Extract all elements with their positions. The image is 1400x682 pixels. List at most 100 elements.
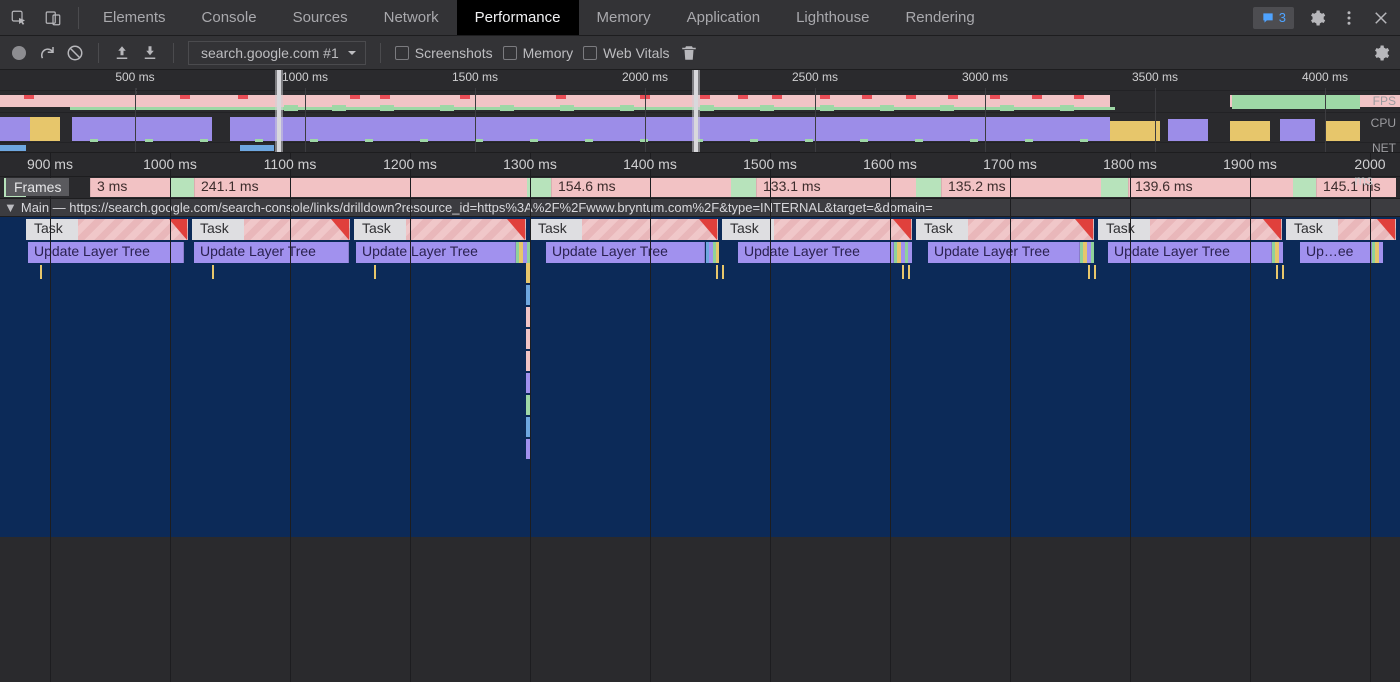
caret-down-icon: ▼: [4, 200, 17, 215]
overview-fps-lane: FPS: [0, 90, 1400, 112]
tab-elements[interactable]: Elements: [85, 0, 184, 35]
task-block[interactable]: Task: [192, 219, 350, 240]
feedback-button[interactable]: 3: [1253, 7, 1294, 29]
tab-network[interactable]: Network: [366, 0, 457, 35]
overview-tick: 4000 ms: [1302, 70, 1348, 84]
recording-label: search.google.com #1: [201, 45, 339, 61]
gear-icon[interactable]: [1308, 9, 1326, 27]
frame-block[interactable]: 241.1 ms: [194, 178, 527, 197]
task-block[interactable]: Task: [1098, 219, 1282, 240]
task-block[interactable]: Task: [530, 219, 718, 240]
tab-performance[interactable]: Performance: [457, 0, 579, 35]
detail-tick: 900 ms: [27, 156, 73, 172]
kebab-icon[interactable]: [1340, 9, 1358, 27]
update-layer-tree-block[interactable]: Update Layer Tree: [738, 242, 894, 263]
flame-micro-event[interactable]: [722, 265, 724, 279]
detail-tick: 1000 ms: [143, 156, 197, 172]
load-profile-button[interactable]: [113, 44, 131, 62]
flame-micro-event[interactable]: [716, 265, 718, 279]
inspect-icon[interactable]: [10, 9, 28, 27]
capture-settings-gear-icon[interactable]: [1372, 44, 1390, 62]
tab-lighthouse[interactable]: Lighthouse: [778, 0, 887, 35]
frame-idle[interactable]: [731, 178, 756, 197]
frame-block[interactable]: 139.6 ms: [1128, 178, 1293, 197]
frame-block[interactable]: 3 ms: [90, 178, 170, 197]
detail-tick: 1800 ms: [1103, 156, 1157, 172]
overview-net-lane: NET: [0, 142, 1400, 152]
frame-idle[interactable]: [916, 178, 941, 197]
flame-sliver[interactable]: [716, 242, 719, 263]
frame-block[interactable]: 154.6 ms: [551, 178, 731, 197]
flame-micro-event[interactable]: [1276, 265, 1278, 279]
close-icon[interactable]: [1372, 9, 1390, 27]
update-layer-tree-block[interactable]: Up…ee: [1300, 242, 1372, 263]
flame-sliver[interactable]: [908, 242, 912, 263]
feedback-count: 3: [1279, 10, 1286, 25]
frame-idle[interactable]: [1101, 178, 1128, 197]
update-layer-tree-block[interactable]: Update Layer Tree: [928, 242, 1080, 263]
flame-micro-event[interactable]: [1094, 265, 1096, 279]
task-block[interactable]: Task: [1286, 219, 1396, 240]
frames-lane[interactable]: Frames 3 ms 241.1 ms 154.6 ms 133.1 ms 135.2…: [0, 177, 1400, 199]
overview-cpu-lane: CPU: [0, 112, 1400, 142]
save-profile-button[interactable]: [141, 44, 159, 62]
task-block[interactable]: Task: [916, 219, 1094, 240]
frames-lane-label: Frames: [6, 178, 69, 196]
tab-application[interactable]: Application: [669, 0, 778, 35]
update-layer-tree-block[interactable]: Update Layer Tree: [28, 242, 184, 263]
devtools-tabbar: Elements Console Sources Network Perform…: [0, 0, 1400, 36]
tab-sources[interactable]: Sources: [275, 0, 366, 35]
update-layer-tree-block[interactable]: Update Layer Tree: [1108, 242, 1272, 263]
flame-micro-event[interactable]: [1088, 265, 1090, 279]
flame-sliver[interactable]: [1279, 242, 1283, 263]
detail-tick: 1200 ms: [383, 156, 437, 172]
update-layer-tree-block[interactable]: Update Layer Tree: [194, 242, 349, 263]
record-button[interactable]: [10, 44, 28, 62]
overview-ruler: 500 ms1000 ms1500 ms2000 ms2500 ms3000 m…: [0, 70, 1400, 90]
flame-micro-event[interactable]: [40, 265, 42, 279]
overview-selection-handle-left[interactable]: [275, 70, 283, 152]
flame-chart[interactable]: TaskTaskTaskTaskTaskTaskTaskTask Update …: [0, 217, 1400, 537]
tab-rendering[interactable]: Rendering: [887, 0, 992, 35]
flame-micro-event[interactable]: [374, 265, 376, 279]
flame-micro-event[interactable]: [902, 265, 904, 279]
overview-selection-handle-right[interactable]: [692, 70, 700, 152]
detail-ruler[interactable]: 900 ms 1000 ms 1100 ms 1200 ms 1300 ms 1400 m…: [0, 153, 1400, 177]
overview-timeline[interactable]: 500 ms1000 ms1500 ms2000 ms2500 ms3000 m…: [0, 70, 1400, 153]
detail-tick: 1400 ms: [623, 156, 677, 172]
recording-selector[interactable]: search.google.com #1: [188, 41, 366, 65]
tab-console[interactable]: Console: [184, 0, 275, 35]
overview-tick: 3500 ms: [1132, 70, 1178, 84]
tab-memory[interactable]: Memory: [579, 0, 669, 35]
perf-toolbar: search.google.com #1 Screenshots Memory …: [0, 36, 1400, 70]
detail-tick: 1500 ms: [743, 156, 797, 172]
main-thread-header[interactable]: ▼ Main — https://search.google.com/searc…: [0, 199, 1400, 217]
clear-button[interactable]: [66, 44, 84, 62]
overview-tick: 2500 ms: [792, 70, 838, 84]
flame-micro-event[interactable]: [1282, 265, 1284, 279]
collect-garbage-button[interactable]: [680, 44, 698, 62]
update-layer-tree-block[interactable]: Update Layer Tree: [546, 242, 705, 263]
task-block[interactable]: Task: [354, 219, 526, 240]
update-layer-tree-block[interactable]: Update Layer Tree: [356, 242, 516, 263]
web-vitals-checkbox[interactable]: Web Vitals: [583, 45, 669, 61]
task-block[interactable]: Task: [722, 219, 912, 240]
frame-idle[interactable]: [1293, 178, 1316, 197]
chevron-down-icon: [347, 48, 357, 58]
memory-checkbox[interactable]: Memory: [503, 45, 574, 61]
screenshots-checkbox[interactable]: Screenshots: [395, 45, 493, 61]
frame-block[interactable]: 133.1 ms: [756, 178, 916, 197]
reload-record-button[interactable]: [38, 44, 56, 62]
flame-micro-event[interactable]: [908, 265, 910, 279]
main-thread-label: Main — https://search.google.com/search-…: [21, 200, 933, 215]
detail-tick: 1100 ms: [264, 156, 317, 172]
flame-sliver[interactable]: [1379, 242, 1383, 263]
detail-tick: 1300 ms: [503, 156, 557, 172]
flame-sliver[interactable]: [1091, 242, 1094, 263]
overview-tick: 500 ms: [115, 70, 154, 84]
detail-tick: 2000 ms: [1354, 156, 1385, 188]
flame-micro-event[interactable]: [212, 265, 214, 279]
frame-block[interactable]: 135.2 ms: [941, 178, 1101, 197]
device-toggle-icon[interactable]: [44, 9, 62, 27]
frame-idle[interactable]: [170, 178, 194, 197]
